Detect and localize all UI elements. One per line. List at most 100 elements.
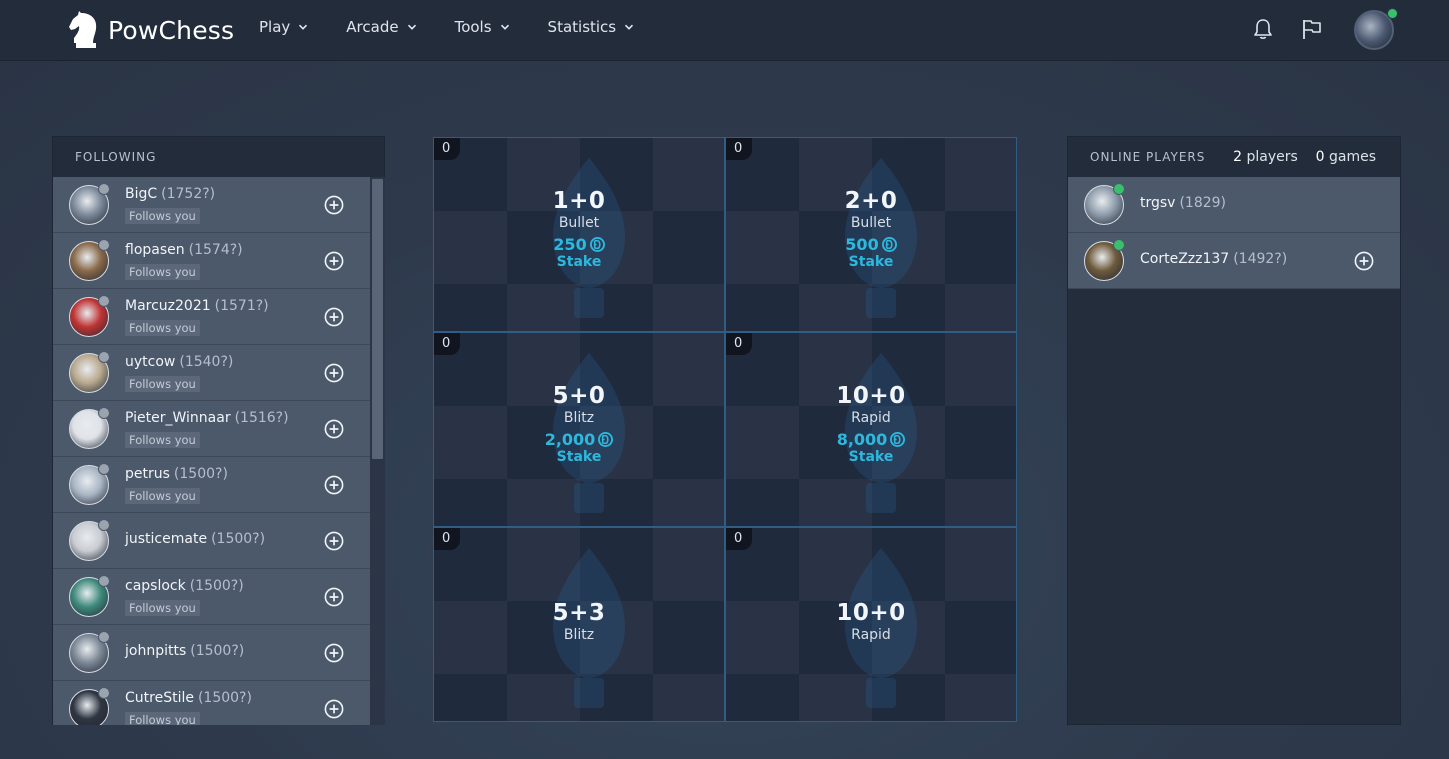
- follows-you-badge: Follows you: [125, 488, 200, 504]
- follows-you-badge: Follows you: [125, 264, 200, 280]
- nav-arcade[interactable]: Arcade: [346, 18, 416, 36]
- following-row[interactable]: BigC (1752?) Follows you: [53, 177, 370, 233]
- status-indicator: [98, 687, 110, 699]
- player-name[interactable]: Pieter_Winnaar (1516?): [125, 410, 289, 426]
- game-tile[interactable]: 0 1+0 Bullet 250 Stake: [433, 137, 725, 332]
- tile-content: 10+0 Rapid: [726, 600, 1016, 643]
- chevron-down-icon: [500, 24, 509, 30]
- player-rating: (1571?): [214, 298, 269, 314]
- chevron-down-icon: [299, 24, 308, 30]
- player-username: Marcuz2021: [125, 298, 211, 314]
- time-control: 5+3: [552, 600, 606, 626]
- game-tile[interactable]: 0 2+0 Bullet 500 Stake: [725, 137, 1017, 332]
- game-mode: Blitz: [563, 410, 595, 426]
- player-name[interactable]: BigC (1752?): [125, 186, 215, 202]
- player-username: CutreStile: [125, 690, 194, 706]
- status-indicator: [98, 631, 110, 643]
- player-name[interactable]: trgsv (1829): [1140, 195, 1226, 211]
- stake-amount: 8,000: [726, 430, 1016, 449]
- player-name[interactable]: uytcow (1540?): [125, 354, 233, 370]
- stake-label: Stake: [848, 449, 894, 465]
- time-control: 10+0: [836, 383, 906, 409]
- player-name[interactable]: CutreStile (1500?): [125, 690, 252, 706]
- status-indicator: [98, 295, 110, 307]
- top-navbar: PowChess Play Arcade Tools Statistics: [0, 0, 1449, 61]
- add-circle-icon[interactable]: [324, 475, 344, 495]
- coin-icon: [595, 430, 614, 449]
- scrollbar-thumb[interactable]: [372, 179, 383, 459]
- player-username: trgsv: [1140, 195, 1176, 211]
- main-nav: Play Arcade Tools Statistics: [259, 18, 672, 36]
- add-circle-icon[interactable]: [324, 587, 344, 607]
- player-name[interactable]: capslock (1500?): [125, 578, 244, 594]
- game-tile[interactable]: 0 5+0 Blitz 2,000 Stake: [433, 332, 725, 527]
- player-name[interactable]: CorteZzz137 (1492?): [1140, 251, 1287, 267]
- game-tile[interactable]: 0 5+3 Blitz: [433, 527, 725, 722]
- game-tile[interactable]: 0 10+0 Rapid 8,000 Stake: [725, 332, 1017, 527]
- stake-label: Stake: [848, 254, 894, 270]
- game-grid: 0 1+0 Bullet 250 Stake 0 2+0 Bullet 500 Stake 0 5+0…: [433, 137, 1018, 723]
- player-name[interactable]: flopasen (1574?): [125, 242, 243, 258]
- chevron-down-icon: [407, 24, 416, 30]
- player-rating: (1500?): [197, 690, 252, 706]
- flag-icon[interactable]: [1301, 18, 1323, 40]
- add-circle-icon[interactable]: [324, 419, 344, 439]
- following-row[interactable]: johnpitts (1500?): [53, 625, 370, 681]
- add-circle-icon[interactable]: [324, 195, 344, 215]
- player-rating: (1500?): [190, 643, 245, 659]
- knight-logo-icon: [69, 11, 97, 48]
- following-row[interactable]: justicemate (1500?): [53, 513, 370, 569]
- status-indicator: [98, 351, 110, 363]
- nav-tools[interactable]: Tools: [455, 18, 510, 36]
- add-circle-icon[interactable]: [324, 363, 344, 383]
- players-count: 2: [1233, 149, 1243, 165]
- player-username: uytcow: [125, 354, 176, 370]
- player-name[interactable]: Marcuz2021 (1571?): [125, 298, 269, 314]
- following-row[interactable]: petrus (1500?) Follows you: [53, 457, 370, 513]
- following-row[interactable]: CutreStile (1500?) Follows you: [53, 681, 370, 725]
- follows-you-badge: Follows you: [125, 320, 200, 336]
- game-tile[interactable]: 0 10+0 Rapid: [725, 527, 1017, 722]
- status-indicator: [98, 239, 110, 251]
- following-row[interactable]: Pieter_Winnaar (1516?) Follows you: [53, 401, 370, 457]
- game-mode: Rapid: [851, 627, 891, 643]
- player-name[interactable]: justicemate (1500?): [125, 531, 265, 547]
- tile-content: 1+0 Bullet 250 Stake: [434, 188, 724, 270]
- status-indicator: [98, 575, 110, 587]
- bell-icon[interactable]: [1253, 18, 1273, 40]
- stake-amount: 500: [726, 235, 1016, 254]
- nav-statistics[interactable]: Statistics: [548, 18, 635, 36]
- nav-play-label: Play: [259, 18, 291, 36]
- stake-amount: 2,000: [434, 430, 724, 449]
- player-username: capslock: [125, 578, 186, 594]
- follows-you-badge: Follows you: [125, 208, 200, 224]
- status-indicator: [98, 519, 110, 531]
- tile-player-count: 0: [434, 333, 460, 355]
- following-scrollbar[interactable]: [370, 177, 385, 725]
- online-player-row[interactable]: trgsv (1829): [1068, 177, 1400, 233]
- following-row[interactable]: capslock (1500?) Follows you: [53, 569, 370, 625]
- player-name[interactable]: johnpitts (1500?): [125, 643, 244, 659]
- tile-content: 2+0 Bullet 500 Stake: [726, 188, 1016, 270]
- online-player-row[interactable]: CorteZzz137 (1492?): [1068, 233, 1400, 289]
- status-indicator: [1113, 183, 1125, 195]
- add-circle-icon[interactable]: [324, 643, 344, 663]
- online-players-panel: ONLINE PLAYERS 2 players 0 games trgsv (1…: [1067, 136, 1401, 725]
- player-rating: (1516?): [234, 410, 289, 426]
- tile-player-count: 0: [434, 528, 460, 550]
- add-circle-icon[interactable]: [324, 699, 344, 719]
- add-circle-icon[interactable]: [324, 251, 344, 271]
- online-list: trgsv (1829) CorteZzz137 (1492?): [1068, 177, 1400, 289]
- nav-play[interactable]: Play: [259, 18, 308, 36]
- following-row[interactable]: flopasen (1574?) Follows you: [53, 233, 370, 289]
- tile-player-count: 0: [726, 138, 752, 160]
- following-row[interactable]: uytcow (1540?) Follows you: [53, 345, 370, 401]
- add-circle-icon[interactable]: [324, 307, 344, 327]
- games-count: 0: [1315, 149, 1325, 165]
- add-circle-icon[interactable]: [324, 531, 344, 551]
- player-name[interactable]: petrus (1500?): [125, 466, 228, 482]
- add-circle-icon[interactable]: [1354, 251, 1374, 271]
- logo[interactable]: PowChess: [66, 9, 234, 51]
- tile-content: 10+0 Rapid 8,000 Stake: [726, 383, 1016, 465]
- following-row[interactable]: Marcuz2021 (1571?) Follows you: [53, 289, 370, 345]
